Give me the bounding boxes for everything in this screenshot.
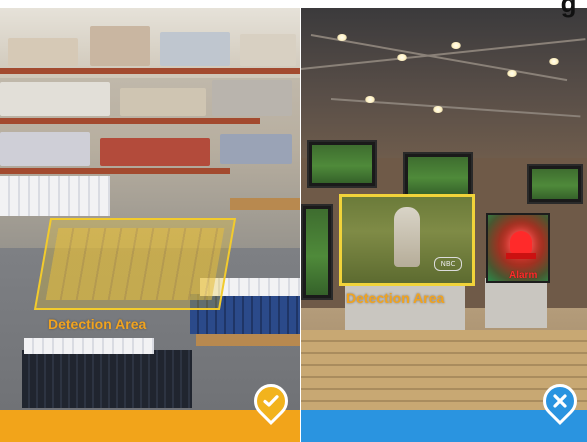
detection-area-outline bbox=[33, 218, 237, 310]
ceiling-light bbox=[549, 58, 559, 65]
display-tv bbox=[527, 164, 583, 204]
white-clothing-stack bbox=[0, 176, 110, 216]
page-heading-partial: g bbox=[560, 0, 577, 18]
warehouse-shelf bbox=[0, 68, 300, 74]
display-tv bbox=[307, 140, 377, 188]
detection-area-label-left: Detection Area bbox=[48, 316, 147, 332]
ceiling-light bbox=[451, 42, 461, 49]
ceiling-light bbox=[433, 106, 443, 113]
alarm-label: Alarm bbox=[509, 270, 538, 281]
tv-pedestal bbox=[485, 278, 547, 328]
warehouse-goods bbox=[0, 82, 110, 116]
comparison-illustration: g Detection Area NBC Detection Area Alar… bbox=[0, 0, 587, 442]
pallet bbox=[196, 334, 300, 346]
warehouse-goods bbox=[120, 88, 206, 116]
tv-logo: NBC bbox=[434, 257, 462, 271]
ceiling-light bbox=[397, 54, 407, 61]
detection-area-label-right: Detection Area bbox=[346, 290, 445, 306]
ceiling-light bbox=[337, 34, 347, 41]
warehouse-goods bbox=[220, 134, 292, 164]
detected-goods bbox=[45, 228, 225, 300]
display-tv bbox=[301, 204, 333, 300]
check-icon bbox=[254, 384, 288, 418]
ceiling-light bbox=[507, 70, 517, 77]
alarm-siren-icon bbox=[510, 231, 532, 253]
warehouse-goods bbox=[100, 138, 210, 166]
top-strip: g bbox=[0, 0, 587, 16]
warehouse-shelf bbox=[0, 168, 230, 174]
display-tv bbox=[403, 152, 473, 200]
right-pin bbox=[535, 376, 585, 426]
warehouse-goods bbox=[90, 26, 150, 66]
x-icon bbox=[543, 384, 577, 418]
ceiling-light bbox=[365, 96, 375, 103]
football-player bbox=[394, 207, 420, 267]
warehouse-goods bbox=[0, 132, 90, 166]
store-ceiling bbox=[301, 8, 587, 158]
alarm-siren-base bbox=[506, 253, 536, 259]
left-pin bbox=[246, 376, 296, 426]
tv-store-scene: NBC bbox=[301, 8, 587, 410]
detection-area-tv: NBC bbox=[339, 194, 475, 286]
navy-clothing-stack bbox=[22, 350, 192, 408]
warehouse-goods bbox=[212, 80, 292, 116]
warehouse-scene bbox=[0, 8, 300, 410]
warehouse-shelf bbox=[0, 118, 260, 124]
pallet bbox=[230, 198, 300, 210]
warehouse-goods bbox=[8, 38, 78, 66]
warehouse-goods bbox=[160, 32, 230, 66]
warehouse-goods bbox=[240, 34, 296, 66]
white-clothing-stack bbox=[24, 338, 154, 354]
